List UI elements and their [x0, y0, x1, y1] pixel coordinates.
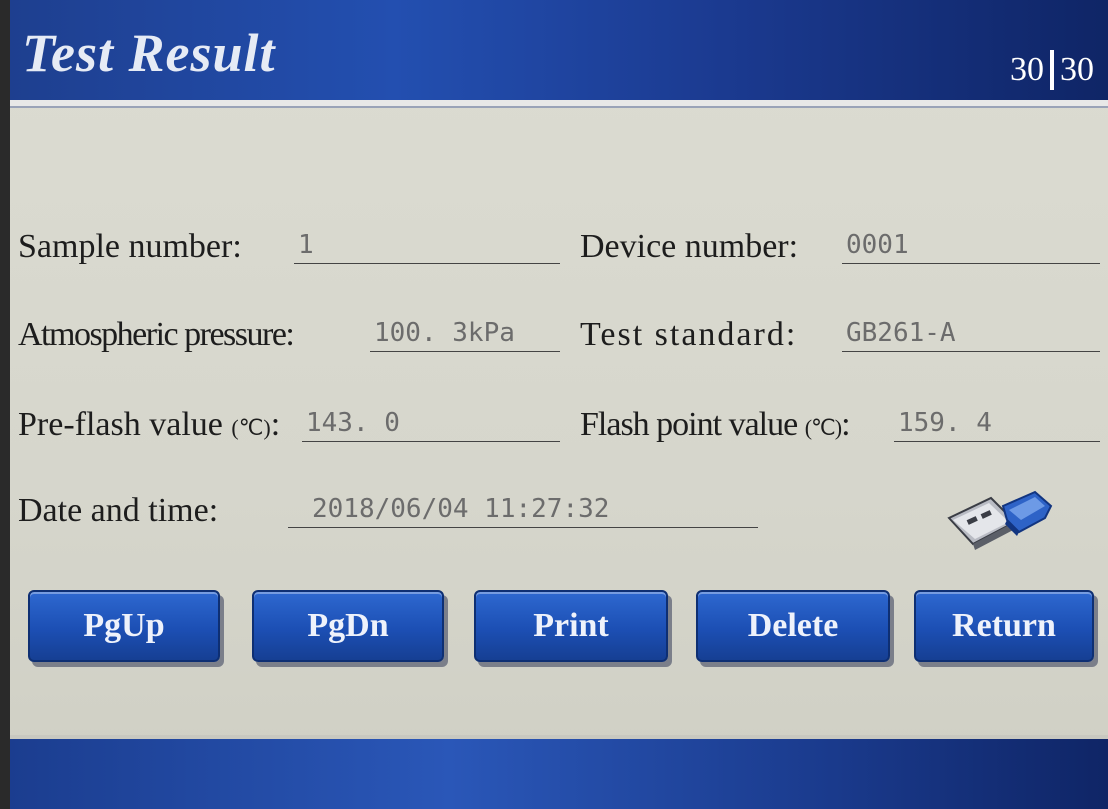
flash-point-unit: (℃)	[804, 415, 842, 440]
date-time-value: 2018/06/04 11:27:32	[288, 494, 758, 528]
device-number-label: Device number:	[580, 228, 799, 265]
return-button[interactable]: Return	[914, 590, 1094, 662]
date-time-field: Date and time: 2018/06/04 11:27:32	[18, 492, 758, 530]
test-standard-value: GB261-A	[842, 318, 1100, 352]
delete-button[interactable]: Delete	[696, 590, 890, 662]
flash-point-field: Flash point value (℃): 159. 4	[580, 406, 1100, 444]
atmospheric-pressure-field: Atmospheric pressure: 100. 3kPa	[18, 316, 560, 354]
print-button[interactable]: Print	[474, 590, 668, 662]
device-number-field: Device number: 0001	[580, 228, 1100, 266]
title-bar: Test Result 30 30	[10, 0, 1108, 106]
screen: Test Result 30 30 Sample number: 1 Devic…	[10, 0, 1108, 809]
device-number-value: 0001	[842, 230, 1100, 264]
bottom-bar	[10, 735, 1108, 809]
test-standard-label: Test standard:	[580, 316, 798, 353]
pre-flash-field: Pre-flash value (℃): 143. 0	[18, 406, 560, 444]
atmospheric-pressure-label: Atmospheric pressure:	[18, 316, 295, 353]
counter-divider	[1050, 50, 1054, 90]
pgup-button[interactable]: PgUp	[28, 590, 220, 662]
current-record-number: 30	[1010, 51, 1044, 88]
pre-flash-label: Pre-flash value (℃):	[18, 406, 281, 443]
date-time-label: Date and time:	[18, 492, 219, 529]
sample-number-value: 1	[294, 230, 560, 264]
flash-point-label: Flash point value (℃):	[580, 406, 851, 443]
usb-drive-icon[interactable]	[945, 488, 1055, 554]
sample-number-label: Sample number:	[18, 228, 242, 265]
atmospheric-pressure-value: 100. 3kPa	[370, 318, 560, 352]
page-title: Test Result	[22, 23, 276, 83]
pre-flash-value: 143. 0	[302, 408, 560, 442]
total-record-count: 30	[1060, 51, 1094, 88]
test-standard-field: Test standard: GB261-A	[580, 316, 1100, 354]
pre-flash-unit: (℃)	[231, 415, 271, 440]
sample-number-field: Sample number: 1	[18, 228, 560, 266]
pgdn-button[interactable]: PgDn	[252, 590, 444, 662]
flash-point-value: 159. 4	[894, 408, 1100, 442]
record-counter: 30 30	[1010, 50, 1094, 90]
